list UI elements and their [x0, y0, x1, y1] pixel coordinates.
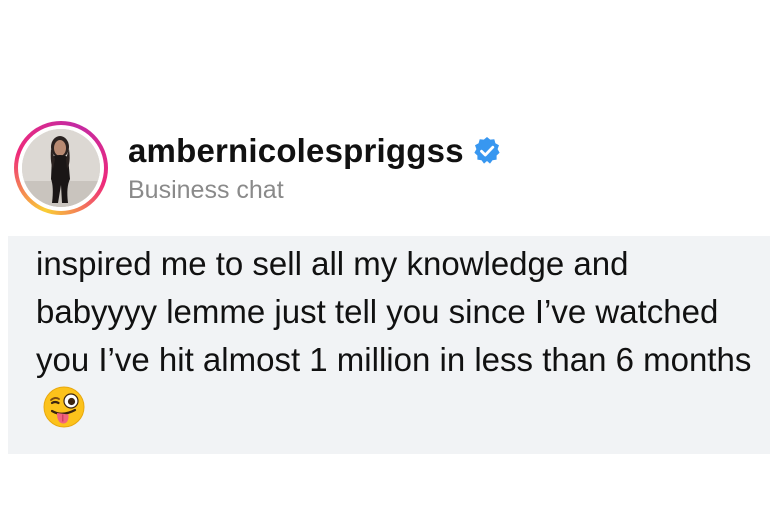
avatar-photo: [22, 129, 100, 207]
message-bubble[interactable]: inspired me to sell all my knowledge and…: [8, 236, 770, 454]
winking-face-with-tongue-icon: [42, 385, 86, 429]
avatar-story-ring[interactable]: [14, 121, 108, 215]
message-body: inspired me to sell all my knowledge and…: [36, 240, 756, 432]
verified-badge-icon: [472, 136, 502, 166]
message-text: inspired me to sell all my knowledge and…: [36, 245, 752, 378]
chat-header: ambernicolespriggss Business chat: [14, 118, 502, 218]
username[interactable]: ambernicolespriggss: [128, 132, 464, 170]
avatar[interactable]: [22, 129, 100, 207]
chat-subtitle: Business chat: [128, 175, 284, 204]
chat-title-block: ambernicolespriggss Business chat: [128, 132, 502, 205]
